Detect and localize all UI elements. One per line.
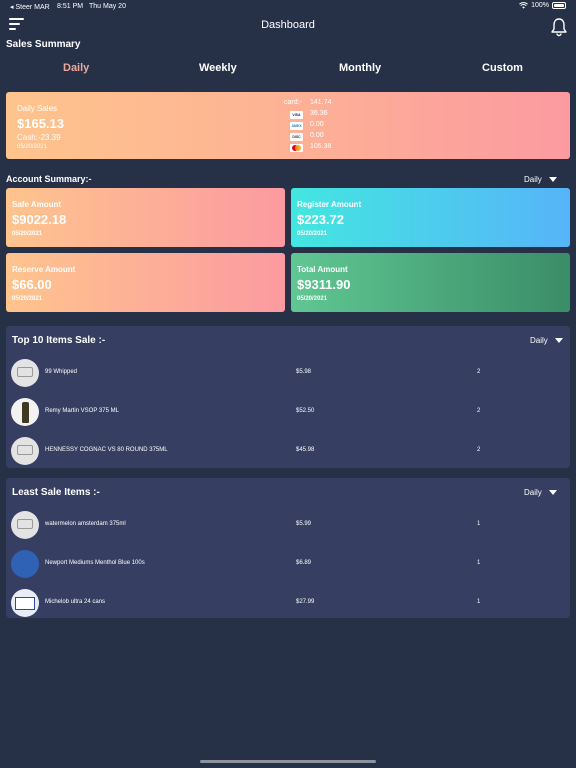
card-label: card:- xyxy=(284,99,302,106)
top-items-title: Top 10 Items Sale :- xyxy=(12,335,106,346)
item-qty: 1 xyxy=(477,521,481,527)
chevron-down-icon xyxy=(548,490,557,495)
status-right: 100% xyxy=(519,2,566,9)
tab-custom[interactable]: Custom xyxy=(482,62,523,74)
item-name: watermelon amsterdam 375ml xyxy=(45,521,126,527)
home-indicator[interactable] xyxy=(200,760,376,763)
tab-weekly[interactable]: Weekly xyxy=(199,62,237,74)
account-summary-title: Account Summary:- xyxy=(6,174,92,184)
list-item[interactable]: Newport Mediums Menthol Blue 100s $6.89 … xyxy=(6,545,570,584)
account-filter-value: Daily xyxy=(524,175,542,184)
item-price: $6.89 xyxy=(296,560,312,566)
card-date: 05/20/2021 xyxy=(12,296,43,302)
item-qty: 2 xyxy=(477,408,481,414)
product-thumbnail xyxy=(11,511,39,539)
list-item[interactable]: HENNESSY COGNAC VS 80 ROUND 375ML $45.98… xyxy=(6,432,570,471)
card-label: Total Amount xyxy=(297,265,348,274)
sales-date: 05/20/2021 xyxy=(17,144,48,150)
visa-icon: VISA xyxy=(290,111,303,119)
list-item[interactable]: watermelon amsterdam 375ml $5.99 1 xyxy=(6,506,570,545)
item-price: $45.98 xyxy=(296,447,315,453)
daily-sales-card: Daily Sales $165.13 Cash:-23.39 05/20/20… xyxy=(6,92,570,159)
product-thumbnail xyxy=(11,550,39,578)
account-filter-dropdown[interactable]: Daily xyxy=(524,175,557,184)
payment-value: 105.38 xyxy=(310,143,332,150)
product-thumbnail xyxy=(11,437,39,465)
status-date: Thu May 20 xyxy=(89,3,126,10)
least-items-title: Least Sale Items :- xyxy=(12,487,100,498)
status-time: 8:51 PM xyxy=(57,3,84,10)
item-price: $27.99 xyxy=(296,599,315,605)
least-items-filter-dropdown[interactable]: Daily xyxy=(524,488,557,497)
payment-value: 0.00 xyxy=(310,132,324,139)
discover-icon: DISC xyxy=(290,133,303,141)
reserve-amount-card: Reserve Amount $66.00 05/20/2021 xyxy=(6,253,285,312)
card-amount: $223.72 xyxy=(297,212,344,227)
card-label: Register Amount xyxy=(297,200,362,209)
list-item[interactable]: Remy Martin VSOP 375 ML $52.50 2 xyxy=(6,393,570,432)
item-name: Remy Martin VSOP 375 ML xyxy=(45,408,119,414)
card-amount: $9022.18 xyxy=(12,212,67,227)
top-items-panel: Top 10 Items Sale :- Daily 99 Whipped $5… xyxy=(6,326,570,468)
item-price: $5.99 xyxy=(296,521,312,527)
sales-label: Daily Sales xyxy=(17,104,58,113)
card-label: Reserve Amount xyxy=(12,265,76,274)
sales-summary-title: Sales Summary xyxy=(6,39,81,50)
card-amount: $9311.90 xyxy=(297,277,351,292)
carrier-label[interactable]: ◂ Steer MAR xyxy=(10,3,50,11)
item-qty: 2 xyxy=(477,447,481,453)
period-tabs: Daily Weekly Monthly Custom xyxy=(0,62,576,78)
least-items-panel: Least Sale Items :- Daily watermelon ams… xyxy=(6,478,570,618)
least-items-filter-value: Daily xyxy=(524,488,542,497)
top-items-filter-dropdown[interactable]: Daily xyxy=(530,336,563,345)
amex-icon: AMEX xyxy=(290,122,303,130)
product-thumbnail xyxy=(11,589,39,617)
card-total: 141.74 xyxy=(310,99,332,106)
sales-amount: $165.13 xyxy=(17,116,64,131)
cash-amount: Cash:-23.39 xyxy=(17,133,61,142)
register-amount-card: Register Amount $223.72 05/20/2021 xyxy=(291,188,570,247)
chevron-down-icon xyxy=(554,338,563,343)
item-price: $52.50 xyxy=(296,408,315,414)
total-amount-card: Total Amount $9311.90 05/20/2021 xyxy=(291,253,570,312)
safe-amount-card: Safe Amount $9022.18 05/20/2021 xyxy=(6,188,285,247)
list-item[interactable]: 99 Whipped $5.98 2 xyxy=(6,354,570,393)
item-price: $5.98 xyxy=(296,369,312,375)
product-thumbnail xyxy=(11,359,39,387)
product-thumbnail xyxy=(11,398,39,426)
item-name: Newport Mediums Menthol Blue 100s xyxy=(45,560,145,566)
item-name: 99 Whipped xyxy=(45,369,78,375)
list-item[interactable]: Michelob ultra 24 cans $27.99 1 xyxy=(6,584,570,623)
item-qty: 2 xyxy=(477,369,481,375)
payment-value: 0.00 xyxy=(310,121,324,128)
item-name: HENNESSY COGNAC VS 80 ROUND 375ML xyxy=(45,447,168,453)
card-date: 05/20/2021 xyxy=(12,231,43,237)
item-qty: 1 xyxy=(477,560,481,566)
card-label: Safe Amount xyxy=(12,200,62,209)
card-date: 05/20/2021 xyxy=(297,296,328,302)
bell-icon[interactable] xyxy=(550,17,568,37)
status-bar: ◂ Steer MAR 8:51 PM Thu May 20 100% xyxy=(0,0,576,14)
chevron-down-icon xyxy=(548,177,557,182)
page-title: Dashboard xyxy=(261,19,315,31)
top-items-filter-value: Daily xyxy=(530,336,548,345)
battery-icon xyxy=(552,2,566,9)
wifi-icon xyxy=(519,2,529,9)
item-qty: 1 xyxy=(477,599,481,605)
card-amount: $66.00 xyxy=(12,277,52,292)
tab-daily[interactable]: Daily xyxy=(63,62,89,74)
payment-value: 36.36 xyxy=(310,110,328,117)
battery-percent: 100% xyxy=(531,2,549,9)
tab-monthly[interactable]: Monthly xyxy=(339,62,381,74)
card-date: 05/20/2021 xyxy=(297,231,328,237)
mastercard-icon xyxy=(290,144,303,152)
item-name: Michelob ultra 24 cans xyxy=(45,599,106,605)
